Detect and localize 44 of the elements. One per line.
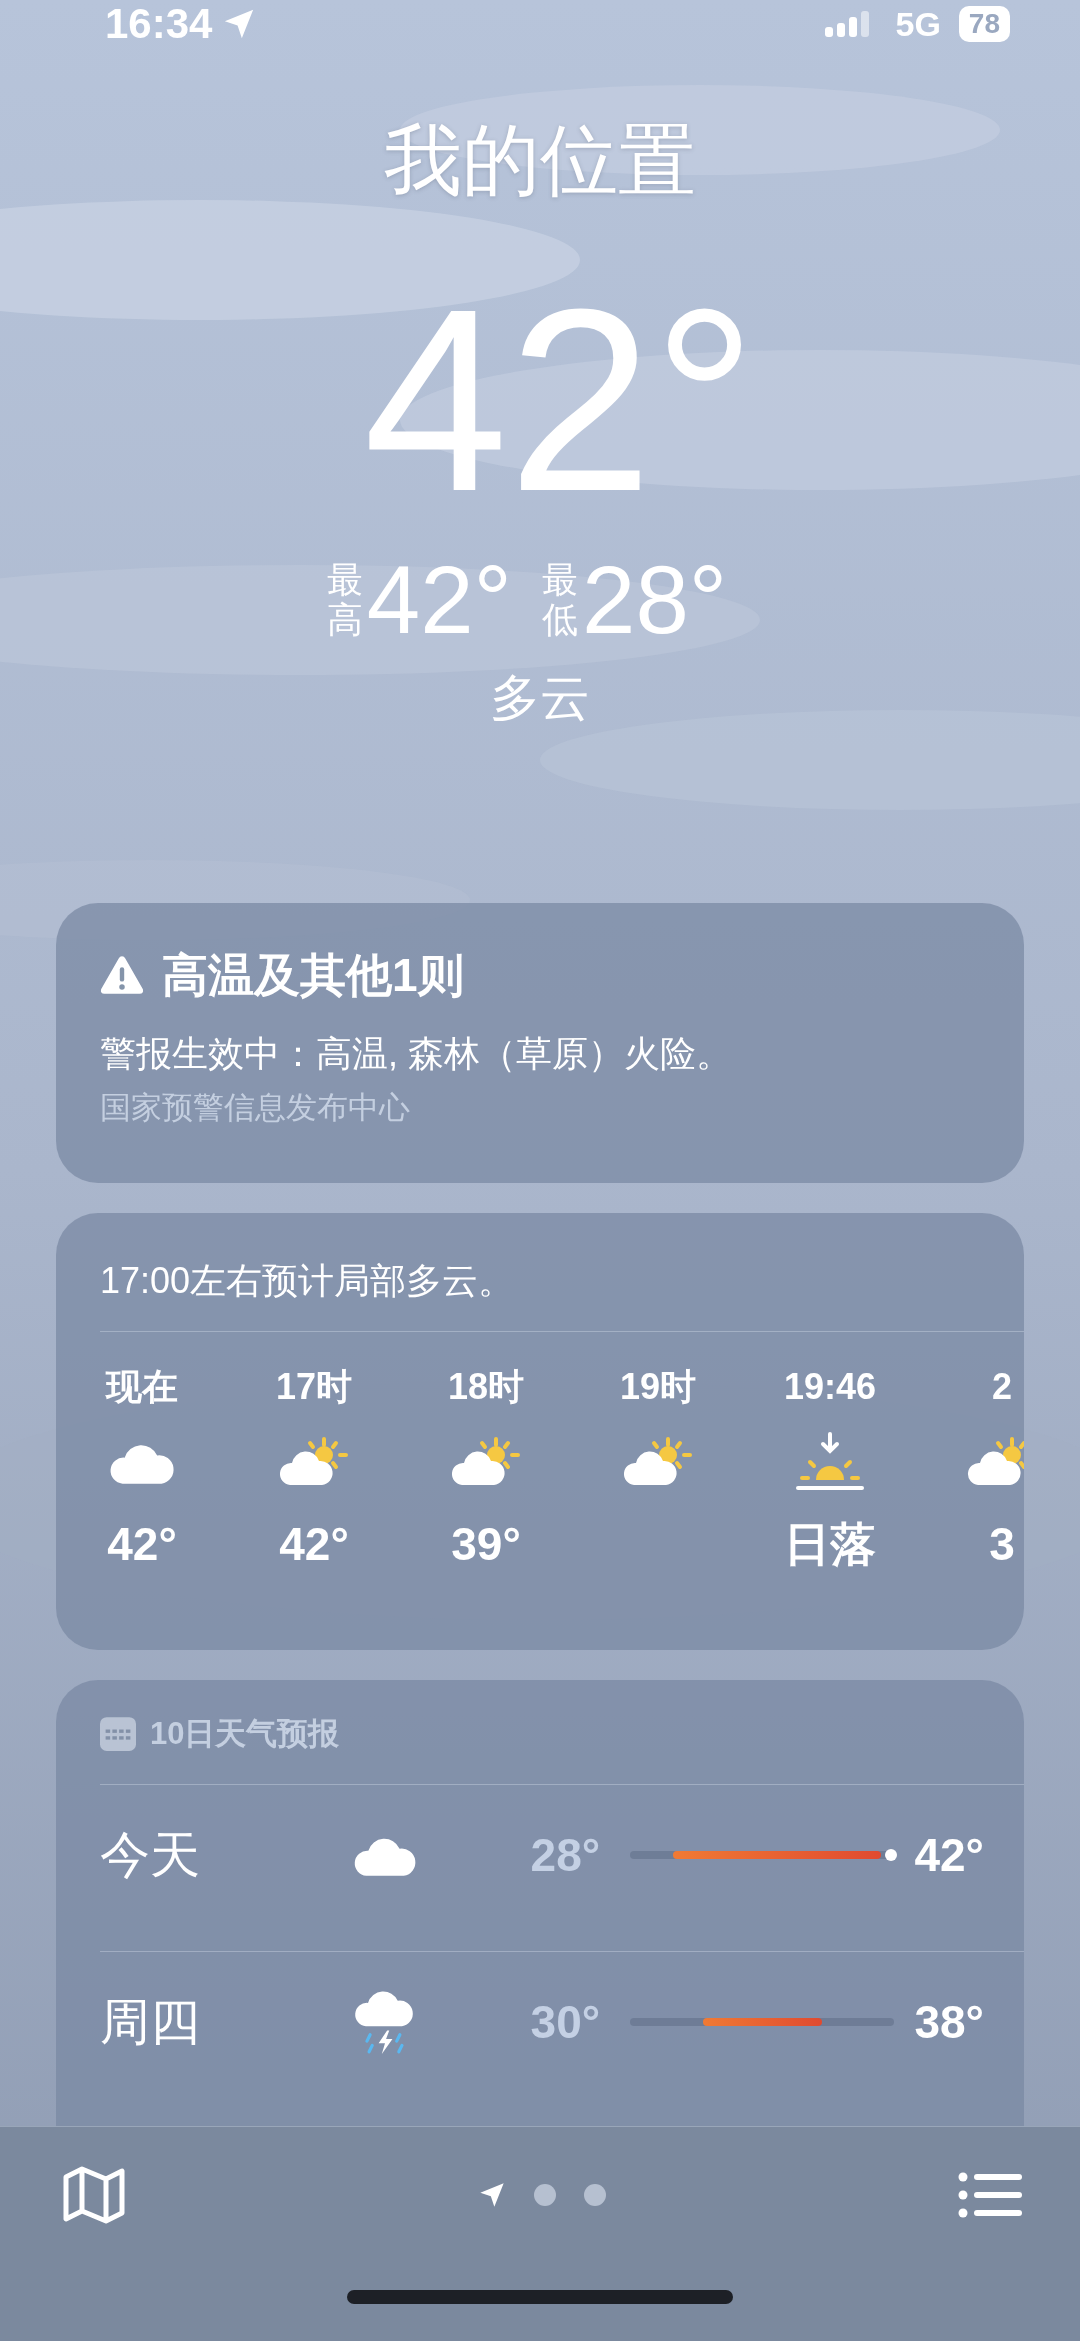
calendar-icon — [100, 1717, 136, 1751]
hour-label: 19时 — [619, 1365, 696, 1409]
network-label: 5G — [895, 4, 941, 44]
hour-label: 2 — [992, 1365, 1012, 1409]
cloud-sun-icon — [966, 1436, 1024, 1488]
hour-temperature: 3 — [989, 1517, 1015, 1572]
page-dot[interactable] — [534, 2184, 556, 2207]
day-label: 今天 — [100, 1825, 201, 1885]
hour-label: 17时 — [275, 1365, 352, 1409]
battery-indicator: 78 — [958, 6, 1010, 42]
forecast-summary: 17:00左右预计局部多云。 — [99, 1259, 516, 1303]
alert-title: 高温及其他1则 — [162, 948, 464, 1003]
hour-label: 现在 — [106, 1365, 178, 1409]
alert-card[interactable]: 高温及其他1则 警报生效中：高温, 森林（草原）火险。 国家预警信息发布中心 — [56, 903, 1024, 1183]
high-temperature: 42° — [914, 1828, 984, 1882]
warning-icon — [100, 955, 144, 995]
cloud-sun-icon — [278, 1436, 350, 1488]
page-dot[interactable] — [584, 2184, 606, 2207]
alert-text: 警报生效中：高温, 森林（草原）火险。 — [100, 1032, 733, 1076]
high-temperature: 38° — [914, 1995, 984, 2049]
list-icon[interactable] — [958, 2172, 1022, 2219]
high-temperature: 42° — [366, 550, 512, 650]
cloud-sun-icon — [450, 1436, 522, 1488]
hour-temperature: 日落 — [784, 1517, 876, 1572]
low-temperature: 28° — [582, 550, 728, 650]
location-title: 我的位置 — [384, 115, 696, 206]
low-temperature: 28° — [529, 1828, 601, 1882]
alert-source: 国家预警信息发布中心 — [100, 1089, 411, 1127]
map-icon[interactable] — [62, 2165, 126, 2226]
condition-label: 多云 — [490, 669, 590, 728]
clock-time: 16:34 — [105, 0, 213, 48]
low-label: 最低 — [542, 560, 578, 640]
day-label: 周四 — [100, 1992, 201, 2052]
hour-temperature: 39° — [451, 1517, 521, 1572]
high-label: 最高 — [326, 560, 363, 640]
low-temperature: 30° — [529, 1995, 601, 2049]
forecast-title: 10日天气预报 — [150, 1715, 340, 1753]
cloud-sun-icon — [622, 1436, 694, 1488]
current-temperature: 42° — [362, 270, 757, 530]
hour-temperature: 42° — [107, 1517, 177, 1572]
hour-label: 18时 — [447, 1365, 524, 1409]
hour-temperature: 42° — [279, 1517, 349, 1572]
sunset-icon — [794, 1432, 866, 1492]
hour-label: 19:46 — [783, 1365, 877, 1409]
